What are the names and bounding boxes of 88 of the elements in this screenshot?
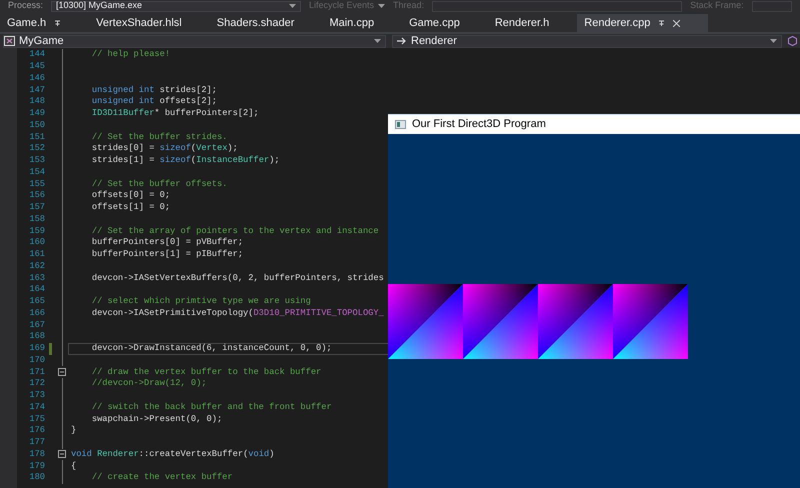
line-number: 171 bbox=[28, 366, 45, 379]
project-icon bbox=[4, 36, 15, 46]
line-number: 154 bbox=[28, 166, 45, 179]
line-number: 173 bbox=[28, 389, 45, 402]
file-tab[interactable]: Shaders.shader bbox=[210, 14, 322, 32]
line-number: 147 bbox=[28, 84, 45, 97]
line-number: 172 bbox=[28, 377, 45, 390]
line-number: 160 bbox=[28, 236, 45, 250]
process-label: Process: bbox=[8, 0, 44, 12]
line-number: 167 bbox=[28, 318, 45, 332]
file-tab[interactable]: Game.cpp bbox=[402, 14, 488, 32]
code-line: unsigned int offsets[2]; bbox=[90, 96, 218, 108]
line-number: 177 bbox=[28, 436, 45, 450]
line-number: 150 bbox=[28, 118, 45, 132]
line-number: 156 bbox=[28, 189, 45, 202]
code-line: // Set the buffer offsets. bbox=[90, 178, 228, 190]
line-number: 153 bbox=[28, 154, 45, 168]
code-line: unsigned int strides[2]; bbox=[90, 84, 218, 96]
line-number: 151 bbox=[28, 130, 45, 144]
code-line: bufferPointers[1] = pIBuffer; bbox=[90, 248, 244, 260]
caret-icon bbox=[289, 4, 296, 8]
code-line: } bbox=[70, 425, 78, 437]
caret-icon bbox=[374, 39, 381, 43]
caret-icon bbox=[378, 4, 386, 8]
line-number: 178 bbox=[28, 448, 45, 461]
code-line: strides[1] = sizeof(InstanceBuffer); bbox=[90, 154, 281, 166]
file-tab[interactable]: VertexShader.hlsl bbox=[89, 14, 210, 32]
code-line: // Set the array of pointers to the vertex and instance bbox=[90, 225, 380, 237]
code-line: // create the vertex buffer bbox=[90, 472, 234, 484]
line-number: 176 bbox=[28, 424, 45, 438]
line-number: 148 bbox=[28, 95, 45, 108]
code-line: offsets[0] = 0; bbox=[90, 190, 172, 202]
pin-icon[interactable] bbox=[658, 20, 666, 26]
line-number: 168 bbox=[28, 330, 45, 344]
file-tab[interactable]: Main.cpp bbox=[322, 14, 402, 32]
line-number: 145 bbox=[28, 60, 45, 74]
cube-icon[interactable] bbox=[788, 36, 797, 46]
code-line: offsets[1] = 0; bbox=[90, 202, 172, 214]
line-number: 180 bbox=[28, 471, 45, 484]
line-number: 166 bbox=[28, 306, 45, 320]
collapse-icon[interactable] bbox=[58, 450, 66, 458]
code-line: // draw the vertex buffer to the back buffer bbox=[90, 366, 322, 378]
file-tab[interactable]: Renderer.cpp bbox=[577, 14, 708, 32]
code-line: // switch the back buffer and the front buffer bbox=[90, 402, 333, 414]
pin-icon[interactable] bbox=[54, 20, 62, 26]
code-line: // help please! bbox=[90, 49, 172, 61]
line-number: 163 bbox=[28, 272, 45, 285]
line-number: 174 bbox=[28, 400, 45, 414]
line-number: 164 bbox=[28, 283, 45, 296]
line-number: 149 bbox=[28, 107, 45, 120]
code-line: devcon->IASetVertexBuffers(0, 2, bufferPointers, strides bbox=[90, 272, 385, 284]
window-title: Our First Direct3D Program bbox=[412, 117, 546, 132]
code-line: swapchain->Present(0, 0); bbox=[90, 413, 224, 425]
line-number: 169 bbox=[28, 342, 45, 356]
code-line: //devcon->Draw(12, 0); bbox=[90, 378, 208, 390]
line-number: 165 bbox=[28, 295, 45, 308]
stack-frame-label: Stack Frame: bbox=[690, 0, 744, 12]
code-line: ID3D11Buffer* bufferPointers[2]; bbox=[90, 108, 260, 120]
scope-dropdown[interactable]: Renderer bbox=[392, 34, 782, 48]
line-number: 157 bbox=[28, 201, 45, 214]
line-number: 179 bbox=[28, 460, 45, 473]
process-dropdown[interactable]: [10300] MyGame.exe bbox=[51, 0, 302, 12]
line-number: 162 bbox=[28, 260, 45, 273]
code-line: bufferPointers[0] = pVBuffer; bbox=[90, 237, 244, 249]
code-line: devcon->IASetPrimitiveTopology(D3D10_PRIMITIVE_TOPOLOGY_ bbox=[90, 308, 385, 320]
close-icon[interactable] bbox=[673, 20, 680, 26]
file-tab[interactable]: Game.h bbox=[0, 14, 90, 32]
code-line: void Renderer::createVertexBuffer(void) bbox=[70, 448, 276, 460]
collapse-icon[interactable] bbox=[58, 368, 66, 376]
project-dropdown[interactable]: MyGame bbox=[3, 34, 386, 48]
code-line: // select which primtive type we are using bbox=[90, 296, 312, 308]
code-line: // Set the buffer strides. bbox=[90, 131, 228, 143]
line-number: 158 bbox=[28, 212, 45, 226]
caret-icon bbox=[770, 39, 777, 43]
line-number: 155 bbox=[28, 178, 45, 191]
line-number: 152 bbox=[28, 142, 45, 156]
arrow-icon bbox=[397, 37, 407, 45]
line-number: 161 bbox=[28, 248, 45, 262]
line-number: 170 bbox=[28, 354, 45, 367]
code-line: { bbox=[70, 460, 78, 472]
thread-label: Thread: bbox=[393, 0, 424, 12]
line-number: 144 bbox=[28, 48, 45, 62]
line-number: 175 bbox=[28, 412, 45, 426]
line-number: 159 bbox=[28, 224, 45, 238]
app-icon bbox=[395, 120, 406, 129]
code-line: strides[0] = sizeof(Vertex); bbox=[90, 143, 239, 155]
line-number: 146 bbox=[28, 72, 45, 85]
file-tab[interactable]: Renderer.h bbox=[488, 14, 578, 32]
